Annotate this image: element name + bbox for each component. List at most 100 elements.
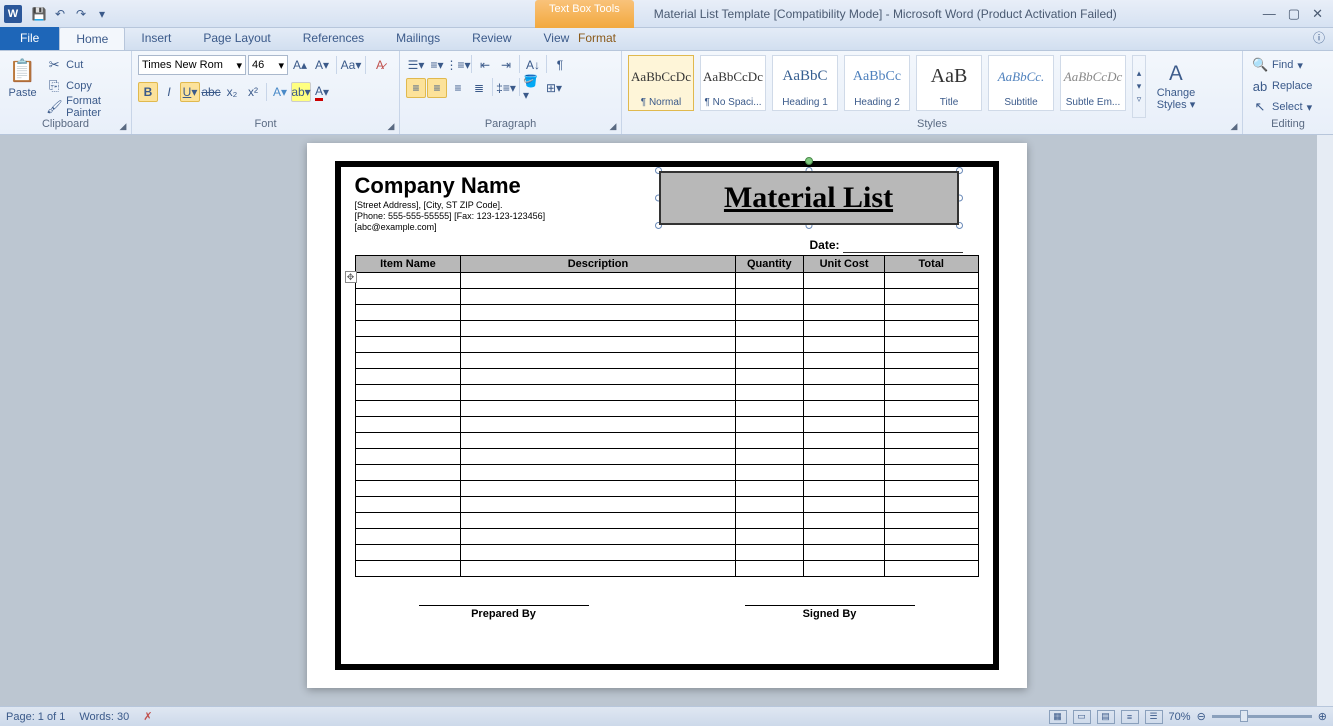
line-spacing-button[interactable]: ‡≡▾ (496, 78, 516, 98)
table-row[interactable] (355, 529, 978, 545)
table-row[interactable] (355, 561, 978, 577)
cut-button[interactable]: ✂Cut (43, 55, 125, 75)
tab-page-layout[interactable]: Page Layout (187, 27, 286, 50)
underline-button[interactable]: U▾ (180, 82, 200, 102)
style-subtle-emphasis[interactable]: AaBbCcDcSubtle Em... (1060, 55, 1126, 111)
qat-customize-icon[interactable]: ▾ (93, 5, 111, 23)
font-size-combo[interactable]: 46▾ (248, 55, 288, 75)
change-case-button[interactable]: Aa▾ (341, 55, 361, 75)
replace-button[interactable]: abReplace (1249, 76, 1315, 96)
clipboard-launcher[interactable]: ◢ (117, 120, 129, 132)
change-styles-button[interactable]: Ａ Change Styles ▾ (1156, 55, 1196, 118)
tab-review[interactable]: Review (456, 27, 527, 50)
paste-button[interactable]: 📋 Paste (6, 55, 39, 99)
table-row[interactable] (355, 401, 978, 417)
material-table[interactable]: Item Name Description Quantity Unit Cost… (355, 255, 979, 577)
ribbon-help-icon[interactable]: ⓘ (1305, 25, 1333, 50)
justify-button[interactable]: ≣ (469, 78, 489, 98)
style-heading-1[interactable]: AaBbCHeading 1 (772, 55, 838, 111)
maximize-button[interactable]: ▢ (1288, 6, 1300, 22)
highlight-button[interactable]: ab▾ (291, 82, 311, 102)
rotate-handle[interactable] (805, 157, 813, 165)
format-painter-button[interactable]: 🖌Format Painter (43, 97, 125, 117)
close-button[interactable]: ✕ (1312, 6, 1323, 22)
tab-insert[interactable]: Insert (125, 27, 187, 50)
signed-by-field[interactable]: Signed By (745, 605, 915, 620)
zoom-in-button[interactable]: ⊕ (1318, 710, 1327, 723)
borders-button[interactable]: ⊞▾ (544, 78, 564, 98)
shrink-font-button[interactable]: A▾ (312, 55, 332, 75)
zoom-slider[interactable] (1212, 715, 1312, 718)
redo-icon[interactable]: ↷ (72, 5, 90, 23)
align-right-button[interactable]: ≡ (448, 78, 468, 98)
bullets-button[interactable]: ☰▾ (406, 55, 426, 75)
material-list-textbox[interactable]: Material List (659, 171, 959, 225)
show-marks-button[interactable]: ¶ (550, 55, 570, 75)
table-move-handle[interactable]: ✥ (345, 271, 357, 283)
prepared-by-field[interactable]: Prepared By (419, 605, 589, 620)
full-screen-view[interactable]: ▭ (1073, 710, 1091, 724)
shading-button[interactable]: 🪣▾ (523, 78, 543, 98)
company-block[interactable]: Company Name [Street Address], [City, ST… (355, 173, 546, 232)
word-count[interactable]: Words: 30 (79, 711, 129, 723)
find-button[interactable]: 🔍Find ▾ (1249, 55, 1315, 75)
table-row[interactable] (355, 497, 978, 513)
table-row[interactable] (355, 369, 978, 385)
web-layout-view[interactable]: ▤ (1097, 710, 1115, 724)
table-row[interactable] (355, 353, 978, 369)
save-icon[interactable]: 💾 (30, 5, 48, 23)
copy-button[interactable]: ⎘Copy (43, 76, 125, 96)
tab-format[interactable]: Format (562, 27, 632, 50)
clear-formatting-button[interactable]: A̷ (370, 55, 390, 75)
date-field[interactable]: Date: (341, 234, 993, 255)
style-heading-2[interactable]: AaBbCcHeading 2 (844, 55, 910, 111)
style-normal[interactable]: AaBbCcDc¶ Normal (628, 55, 694, 111)
outline-view[interactable]: ≡ (1121, 710, 1139, 724)
bold-button[interactable]: B (138, 82, 158, 102)
file-tab[interactable]: File (0, 27, 59, 50)
paragraph-launcher[interactable]: ◢ (607, 120, 619, 132)
tab-references[interactable]: References (287, 27, 380, 50)
sort-button[interactable]: A↓ (523, 55, 543, 75)
font-color-button[interactable]: A▾ (312, 82, 332, 102)
styles-more-button[interactable]: ▴▾▿ (1132, 55, 1146, 118)
decrease-indent-button[interactable]: ⇤ (475, 55, 495, 75)
zoom-level[interactable]: 70% (1169, 711, 1191, 723)
tab-mailings[interactable]: Mailings (380, 27, 456, 50)
font-launcher[interactable]: ◢ (385, 120, 397, 132)
print-layout-view[interactable]: ▦ (1049, 710, 1067, 724)
subscript-button[interactable]: x₂ (222, 82, 242, 102)
table-row[interactable] (355, 417, 978, 433)
page-status[interactable]: Page: 1 of 1 (6, 711, 65, 723)
table-row[interactable] (355, 305, 978, 321)
superscript-button[interactable]: x² (243, 82, 263, 102)
table-row[interactable] (355, 321, 978, 337)
proofing-icon[interactable]: ✗ (143, 710, 152, 723)
table-row[interactable] (355, 273, 978, 289)
text-effects-button[interactable]: A▾ (270, 82, 290, 102)
numbering-button[interactable]: ≡▾ (427, 55, 447, 75)
table-row[interactable] (355, 465, 978, 481)
draft-view[interactable]: ☰ (1145, 710, 1163, 724)
table-row[interactable] (355, 513, 978, 529)
vertical-scrollbar[interactable] (1317, 135, 1333, 706)
table-row[interactable] (355, 545, 978, 561)
multilevel-button[interactable]: ⋮≡▾ (448, 55, 468, 75)
font-name-combo[interactable]: Times New Rom▾ (138, 55, 246, 75)
table-row[interactable] (355, 385, 978, 401)
undo-icon[interactable]: ↶ (51, 5, 69, 23)
table-row[interactable] (355, 337, 978, 353)
italic-button[interactable]: I (159, 82, 179, 102)
style-no-spacing[interactable]: AaBbCcDc¶ No Spaci... (700, 55, 766, 111)
strikethrough-button[interactable]: abc (201, 82, 221, 102)
table-row[interactable] (355, 289, 978, 305)
table-row[interactable] (355, 433, 978, 449)
styles-launcher[interactable]: ◢ (1228, 120, 1240, 132)
style-subtitle[interactable]: AaBbCc.Subtitle (988, 55, 1054, 111)
minimize-button[interactable]: — (1263, 6, 1276, 22)
document-canvas[interactable]: Company Name [Street Address], [City, ST… (0, 135, 1333, 706)
style-title[interactable]: AaBTitle (916, 55, 982, 111)
align-center-button[interactable]: ≡ (427, 78, 447, 98)
tab-home[interactable]: Home (59, 27, 125, 50)
table-row[interactable] (355, 449, 978, 465)
